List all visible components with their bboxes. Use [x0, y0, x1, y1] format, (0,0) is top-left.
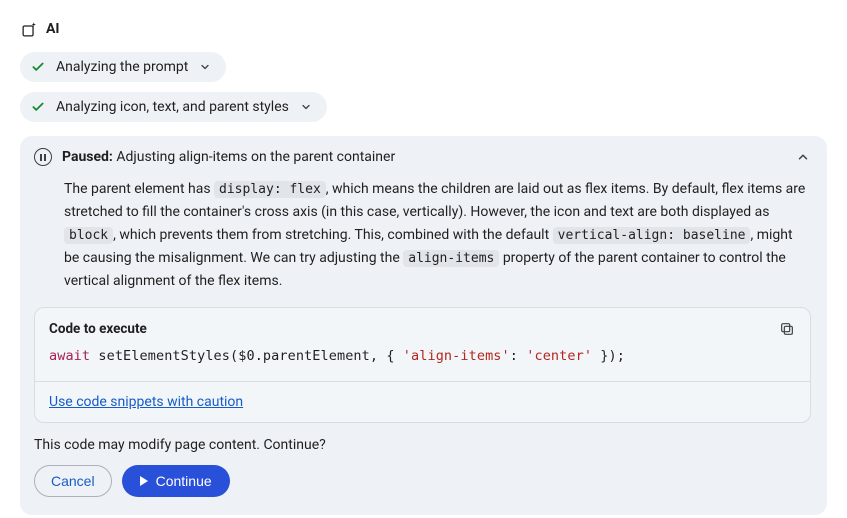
inline-code: vertical-align: baseline	[553, 227, 751, 244]
button-row: Cancel Continue	[34, 465, 811, 497]
continue-button[interactable]: Continue	[122, 465, 230, 497]
check-icon	[30, 59, 46, 75]
confirm-prompt: This code may modify page content. Conti…	[34, 437, 811, 453]
chevron-down-icon	[198, 60, 212, 74]
code-content: await setElementStyles($0.parentElement,…	[49, 346, 796, 372]
status-label: Paused:	[62, 149, 113, 165]
chevron-down-icon	[299, 100, 313, 114]
step-label: Analyzing icon, text, and parent styles	[56, 99, 289, 115]
caution-strip: Use code snippets with caution	[35, 381, 810, 422]
status-text: Adjusting align-items on the parent cont…	[116, 149, 395, 165]
pause-icon	[34, 148, 52, 166]
card-title: Paused: Adjusting align-items on the par…	[62, 149, 785, 165]
card-header: Paused: Adjusting align-items on the par…	[34, 148, 811, 166]
collapse-button[interactable]	[795, 149, 811, 165]
step-chip-0[interactable]: Analyzing the prompt	[20, 52, 226, 82]
explanation-text: The parent element has display: flex, wh…	[64, 178, 811, 293]
current-step-card: Paused: Adjusting align-items on the par…	[20, 136, 827, 515]
panel-title: AI	[46, 21, 60, 37]
check-icon	[30, 99, 46, 115]
step-chip-1[interactable]: Analyzing icon, text, and parent styles	[20, 92, 327, 122]
code-card: Code to execute await setElementStyles($…	[34, 307, 811, 422]
inline-code: align-items	[403, 250, 499, 267]
copy-button[interactable]	[778, 320, 796, 338]
step-label: Analyzing the prompt	[56, 59, 188, 75]
caution-link[interactable]: Use code snippets with caution	[49, 394, 243, 410]
code-card-title: Code to execute	[49, 321, 147, 337]
inline-code: display: flex	[214, 181, 326, 198]
play-icon	[140, 476, 148, 486]
panel-header: AI	[20, 20, 827, 38]
ai-sparkle-icon	[20, 20, 38, 38]
ai-panel: AI Analyzing the prompt Analyzing icon, …	[0, 0, 847, 515]
inline-code: block	[64, 227, 113, 244]
cancel-button[interactable]: Cancel	[34, 465, 112, 497]
